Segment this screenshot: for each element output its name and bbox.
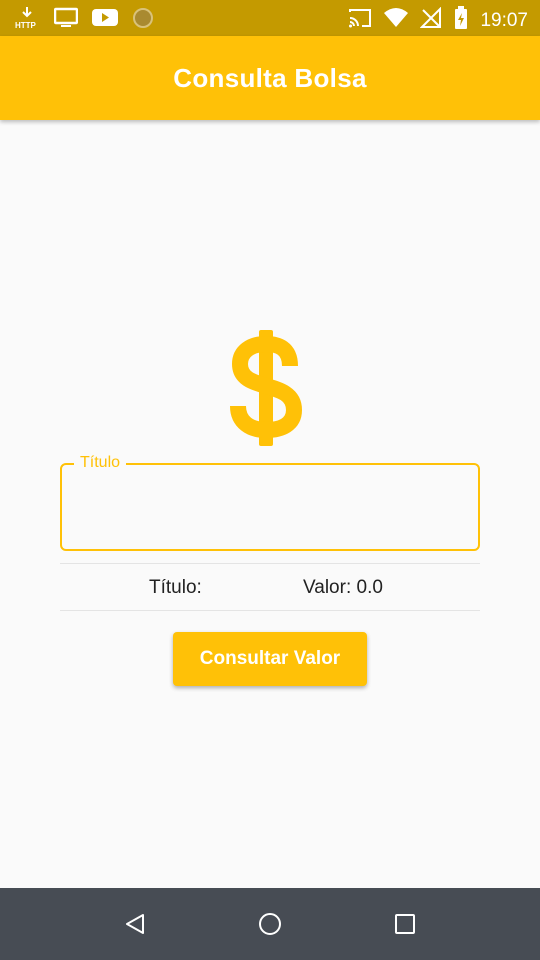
- result-value-label: Valor: 0.0: [303, 577, 383, 598]
- http-download-icon: HTTP: [14, 6, 40, 35]
- divider-top: [60, 563, 480, 564]
- dollar-icon: [226, 326, 306, 450]
- battery-icon: [454, 6, 468, 35]
- status-time: 19:07: [480, 9, 528, 31]
- app-title: Consulta Bolsa: [173, 62, 367, 93]
- result-title-label: Título:: [149, 577, 202, 598]
- youtube-icon: [92, 8, 118, 33]
- consultar-valor-button[interactable]: Consultar Valor: [173, 632, 367, 686]
- svg-text:HTTP: HTTP: [15, 21, 37, 30]
- titulo-field[interactable]: Título: [60, 453, 480, 551]
- home-icon[interactable]: [254, 908, 286, 940]
- back-icon[interactable]: [119, 908, 151, 940]
- circle-icon: [132, 7, 154, 34]
- navigation-bar: [0, 888, 540, 960]
- divider-bottom: [60, 610, 480, 611]
- cast-icon: [348, 7, 372, 34]
- tv-icon: [53, 7, 79, 34]
- no-signal-icon: [420, 6, 442, 34]
- titulo-field-label: Título: [74, 453, 127, 473]
- wifi-icon: [384, 7, 409, 34]
- app-bar: Consulta Bolsa: [0, 36, 540, 120]
- titulo-input[interactable]: [76, 491, 466, 525]
- recents-icon[interactable]: [389, 908, 421, 940]
- status-bar: HTTP 19:07: [0, 0, 540, 36]
